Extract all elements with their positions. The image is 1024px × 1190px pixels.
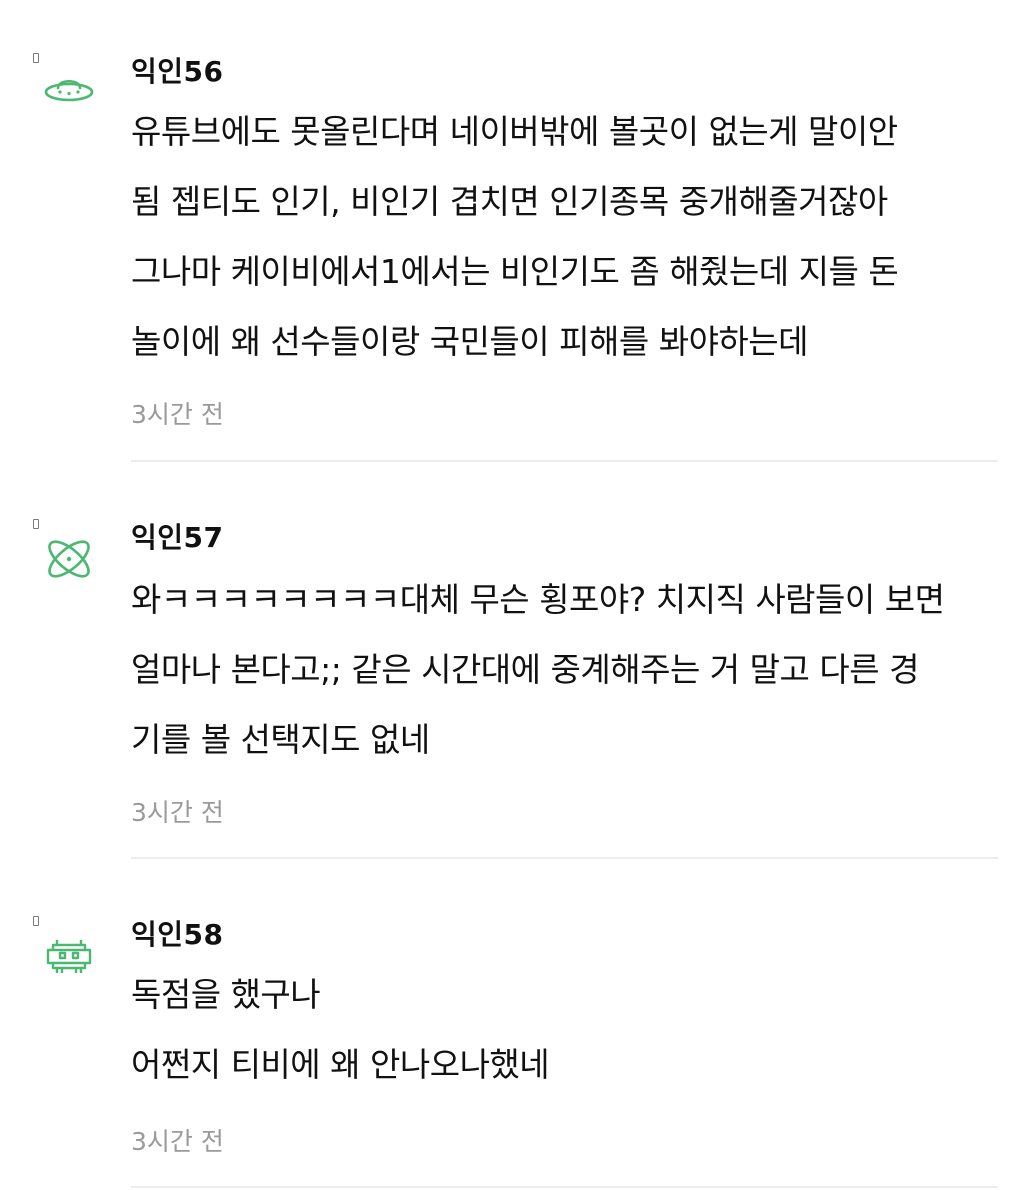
- comment-line: 어쩐지 티비에 왜 안나오나했네: [131, 1045, 550, 1084]
- space-invader-icon[interactable]: [42, 936, 96, 986]
- badge-icon: [33, 916, 39, 926]
- comment-item: 익인58 독점을 했구나 어쩐지 티비에 왜 안나오나했네 3시간 전: [0, 0, 1024, 1190]
- comment-body: 독점을 했구나 어쩐지 티비에 왜 안나오나했네: [131, 960, 1001, 1100]
- comment-line: 독점을 했구나: [131, 975, 321, 1014]
- comment-timestamp: 3시간 전: [131, 1127, 224, 1156]
- comment-author[interactable]: 익인58: [131, 913, 224, 953]
- comment-divider: [131, 1186, 998, 1188]
